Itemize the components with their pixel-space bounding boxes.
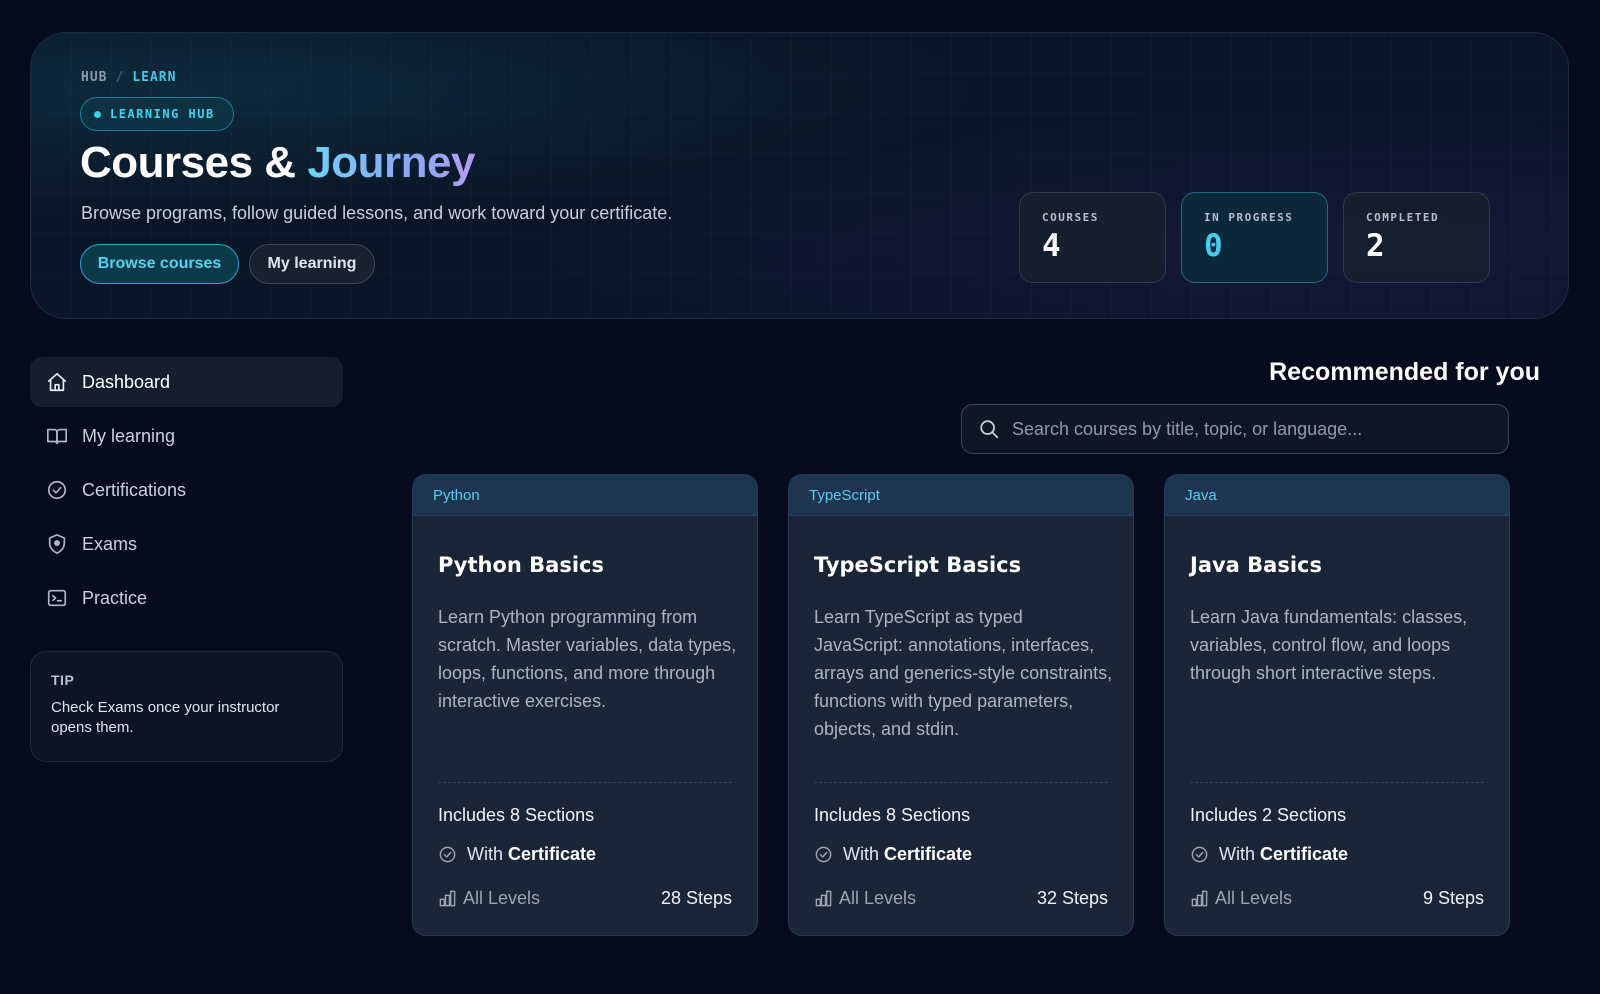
sidebar-item-exams[interactable]: Exams	[30, 519, 343, 569]
breadcrumb-learn: LEARN	[132, 70, 177, 85]
certificate-label: Certificate	[884, 844, 973, 864]
tip-body: Check Exams once your instructor opens t…	[51, 699, 280, 736]
stat-completed-label: COMPLETED	[1366, 211, 1440, 224]
levels-bar-icon	[815, 890, 832, 907]
sidebar-item-my-learning[interactable]: My learning	[30, 411, 343, 461]
browse-courses-button[interactable]: Browse courses	[80, 244, 239, 284]
course-certificate: With Certificate	[438, 844, 596, 865]
certificate-check-icon	[815, 846, 832, 863]
sidebar-item-label: Exams	[82, 533, 138, 554]
sidebar-item-certifications[interactable]: Certifications	[30, 465, 343, 515]
course-description: Learn Java fundamentals: classes, variab…	[1190, 607, 1468, 683]
course-sections: Includes 2 Sections	[1190, 805, 1347, 825]
status-dot-icon	[94, 110, 101, 118]
levels-label: All Levels	[463, 888, 541, 908]
course-card-java[interactable]: Java Java Basics Learn Java fundamentals…	[1164, 474, 1510, 936]
levels-bar-icon	[439, 890, 456, 907]
course-certificate: With Certificate	[1190, 844, 1348, 865]
certificate-label: Certificate	[1260, 844, 1349, 864]
home-icon	[47, 372, 67, 392]
certificate-check-icon	[439, 846, 456, 863]
exam-shield-icon	[48, 534, 66, 554]
stat-courses-value: 4	[1042, 228, 1061, 264]
check-circle-icon	[47, 480, 67, 500]
course-language-tag: Java	[1165, 475, 1509, 516]
terminal-icon	[47, 589, 67, 607]
search-input[interactable]	[1012, 418, 1508, 440]
sidebar-item-dashboard[interactable]: Dashboard	[30, 357, 343, 407]
course-steps: 32 Steps	[1036, 888, 1108, 908]
card-divider	[814, 782, 1108, 783]
tip-card: TIP Check Exams once your instructor ope…	[30, 651, 343, 762]
breadcrumb-hub[interactable]: HUB	[81, 70, 107, 85]
card-divider	[1190, 782, 1484, 783]
certificate-label: Certificate	[508, 844, 597, 864]
tip-title: TIP	[51, 672, 75, 688]
page-title-accent: Journey	[307, 138, 475, 187]
stat-completed-value: 2	[1366, 228, 1385, 264]
page-subtitle: Browse programs, follow guided lessons, …	[81, 203, 673, 223]
stat-completed: COMPLETED 2	[1343, 192, 1490, 283]
course-card-python[interactable]: Python Python Basics Learn Python progra…	[412, 474, 758, 936]
course-levels: All Levels	[438, 888, 540, 909]
course-title[interactable]: TypeScript Basics	[814, 553, 1021, 577]
section-title: Recommended for you	[1269, 358, 1540, 386]
search-icon	[980, 420, 999, 439]
stat-courses-label: COURSES	[1042, 211, 1099, 224]
course-language-tag: Python	[413, 475, 757, 516]
sidebar-item-label: Certifications	[82, 479, 187, 500]
course-title[interactable]: Java Basics	[1190, 553, 1322, 577]
book-icon	[47, 428, 67, 445]
course-certificate: With Certificate	[814, 844, 972, 865]
course-steps: 28 Steps	[660, 888, 732, 908]
course-sections: Includes 8 Sections	[814, 805, 971, 825]
learning-hub-badge-label: LEARNING HUB	[110, 107, 215, 121]
certificate-prefix: With	[843, 844, 879, 864]
card-divider	[438, 782, 732, 783]
course-levels: All Levels	[814, 888, 916, 909]
page-title-main: Courses &	[80, 138, 296, 187]
learning-hub-badge: LEARNING HUB	[80, 97, 234, 131]
certificate-prefix: With	[1219, 844, 1255, 864]
stat-in-progress: IN PROGRESS 0	[1181, 192, 1328, 283]
course-steps: 9 Steps	[1422, 888, 1484, 908]
course-sections: Includes 8 Sections	[438, 805, 595, 825]
course-description: Learn Python programming from scratch. M…	[438, 607, 737, 711]
levels-label: All Levels	[1215, 888, 1293, 908]
breadcrumb-separator: /	[115, 70, 125, 85]
sidebar-item-label: My learning	[82, 425, 176, 446]
stat-courses: COURSES 4	[1019, 192, 1166, 283]
course-language-tag: TypeScript	[789, 475, 1133, 516]
sidebar-item-practice[interactable]: Practice	[30, 573, 343, 623]
hero-banner: HUB / LEARN LEARNING HUB Courses & Journey…	[30, 32, 1569, 319]
certificate-check-icon	[1191, 846, 1208, 863]
certificate-prefix: With	[467, 844, 503, 864]
course-description: Learn TypeScript as typed JavaScript: an…	[814, 607, 1113, 739]
course-levels: All Levels	[1190, 888, 1292, 909]
stat-in-progress-value: 0	[1204, 228, 1223, 264]
sidebar-item-label: Dashboard	[82, 371, 171, 392]
stat-in-progress-label: IN PROGRESS	[1204, 211, 1294, 224]
my-learning-button[interactable]: My learning	[249, 244, 375, 284]
breadcrumb: HUB / LEARN	[81, 70, 176, 85]
course-title[interactable]: Python Basics	[438, 553, 604, 577]
course-card-typescript[interactable]: TypeScript TypeScript Basics Learn TypeS…	[788, 474, 1134, 936]
page-title: Courses & Journey	[80, 138, 475, 188]
search-box[interactable]	[961, 404, 1509, 454]
sidebar-item-label: Practice	[82, 587, 148, 608]
levels-bar-icon	[1191, 890, 1208, 907]
page: HUB / LEARN LEARNING HUB Courses & Journey…	[0, 0, 1600, 994]
levels-label: All Levels	[839, 888, 917, 908]
